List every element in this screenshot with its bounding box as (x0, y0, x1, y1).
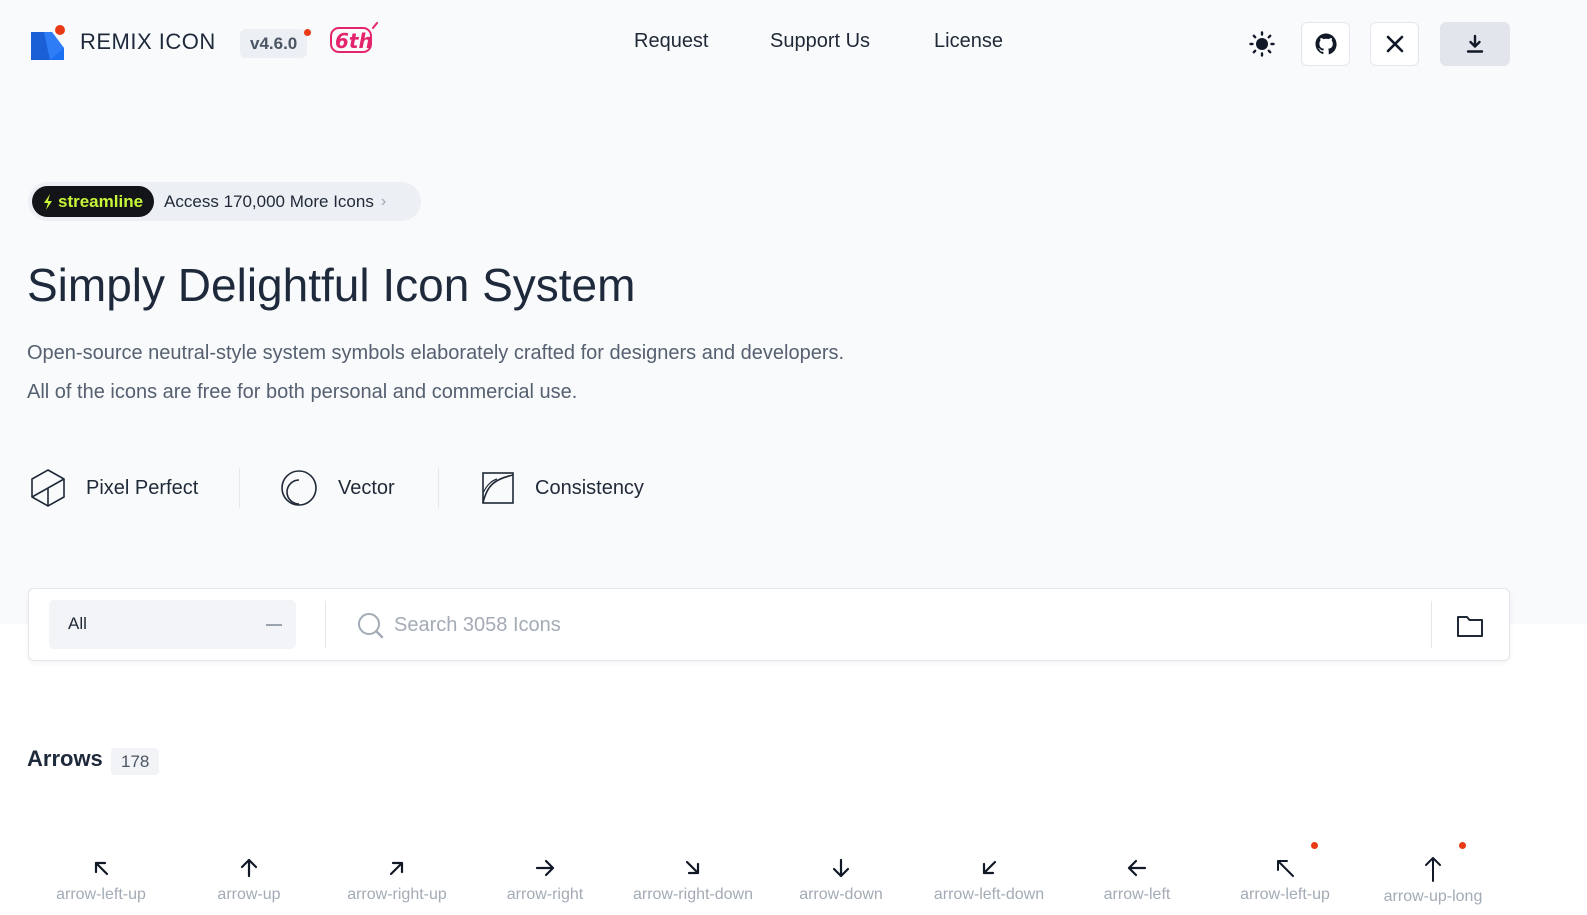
x-twitter-button[interactable] (1370, 22, 1419, 66)
version-badge[interactable]: v4.6.0 (240, 29, 308, 58)
arrow-right-up-icon (389, 861, 404, 876)
arrow-left-down-icon (982, 860, 997, 875)
arrow-up-long-icon (1425, 857, 1441, 882)
new-indicator-dot (1311, 842, 1318, 849)
brand-name: REMIX ICON (80, 29, 216, 54)
vector-circle-icon (281, 470, 317, 506)
icon-name: arrow-left (1103, 886, 1171, 903)
nav-support-us[interactable]: Support Us (770, 30, 870, 53)
collapse-icon (266, 624, 282, 626)
hero-description-line-1: Open-source neutral-style system symbols… (27, 342, 845, 364)
svg-text:6th: 6th (335, 29, 373, 53)
github-button[interactable] (1301, 22, 1350, 66)
chevron-right-icon: › (380, 192, 387, 210)
folder-icon (1457, 616, 1483, 637)
feature-label: Vector (338, 476, 395, 499)
divider (438, 468, 439, 508)
category-select-value: All (68, 614, 87, 633)
arrow-right-down-icon (685, 860, 700, 875)
feature-pixel-perfect: Pixel Perfect (30, 466, 198, 510)
icon-card-arrow-down[interactable]: arrow-down (767, 850, 915, 915)
feature-label: Pixel Perfect (86, 476, 199, 499)
category-select[interactable]: All (49, 600, 296, 649)
icon-card-arrow-up-long[interactable]: arrow-up-long (1359, 842, 1507, 915)
feature-label: Consistency (535, 476, 644, 499)
site-header: REMIX ICON v4.6.0 6th Request Support Us… (0, 0, 1587, 88)
icon-card-arrow-left[interactable]: arrow-left (1063, 850, 1211, 915)
icon-card-arrow-right-up[interactable]: arrow-right-up (323, 850, 471, 915)
icon-name: arrow-right-up (347, 886, 447, 903)
promo-text: Access 170,000 More Icons (164, 191, 374, 211)
search-input[interactable] (394, 603, 1424, 647)
streamline-promo-link[interactable]: streamline Access 170,000 More Icons › (28, 182, 421, 221)
divider (325, 601, 326, 648)
icon-name: arrow-right (506, 886, 584, 903)
arrow-left-up-line-icon (1277, 860, 1294, 877)
arrow-left-icon (1127, 859, 1147, 877)
icon-card-arrow-left-down[interactable]: arrow-left-down (915, 850, 1063, 915)
icon-name: arrow-left-up (1240, 886, 1330, 903)
arrow-right-icon (535, 859, 555, 877)
icon-card-arrow-right-down[interactable]: arrow-right-down (619, 850, 767, 915)
anniversary-6th-badge[interactable]: 6th (329, 22, 381, 56)
collection-folder-button[interactable] (1449, 607, 1491, 645)
streamline-badge-label: streamline (58, 191, 144, 211)
divider (239, 468, 240, 508)
icon-name: arrow-left-down (933, 886, 1045, 903)
icon-card-arrow-up[interactable]: arrow-up (175, 850, 323, 915)
cube-icon (31, 469, 65, 507)
sun-icon (1249, 31, 1275, 57)
remix-logo-icon (30, 24, 66, 60)
curve-grid-icon (482, 472, 514, 504)
search-bar: All (28, 588, 1510, 661)
x-logo-icon (1386, 35, 1403, 53)
download-button[interactable] (1440, 22, 1510, 66)
icon-name: arrow-right-down (632, 886, 754, 903)
download-icon (1466, 34, 1484, 53)
github-icon (1315, 33, 1337, 55)
nav-license[interactable]: License (934, 30, 1003, 53)
icon-card-arrow-left-up[interactable]: arrow-left-up (27, 850, 175, 915)
arrow-down-icon (832, 858, 850, 878)
feature-vector: Vector (280, 466, 395, 510)
category-title: Arrows (27, 746, 103, 771)
new-indicator-dot (1459, 842, 1466, 849)
arrow-up-icon (240, 858, 258, 878)
arrow-left-up-icon (94, 861, 109, 876)
hero-background (0, 0, 1587, 624)
icon-card-arrow-right[interactable]: arrow-right (471, 850, 619, 915)
icon-name: arrow-up (217, 886, 281, 903)
nav-request[interactable]: Request (634, 30, 709, 53)
bolt-icon (44, 193, 52, 210)
icon-name: arrow-down (799, 886, 883, 903)
category-count-badge: 178 (111, 748, 160, 775)
divider (1431, 601, 1432, 648)
hero-description-line-2: All of the icons are free for both perso… (27, 381, 578, 403)
logo[interactable]: REMIX ICON (30, 24, 216, 60)
streamline-badge: streamline (32, 186, 155, 217)
icon-name: arrow-left-up (56, 886, 146, 903)
version-new-dot (304, 29, 311, 36)
search-icon (358, 613, 384, 639)
page-title: Simply Delightful Icon System (27, 259, 636, 311)
icon-name: arrow-up-long (1383, 888, 1483, 905)
theme-toggle-button[interactable] (1244, 28, 1280, 60)
icon-card-arrow-left-up-line[interactable]: arrow-left-up (1211, 842, 1359, 915)
feature-consistency: Consistency (481, 466, 644, 510)
